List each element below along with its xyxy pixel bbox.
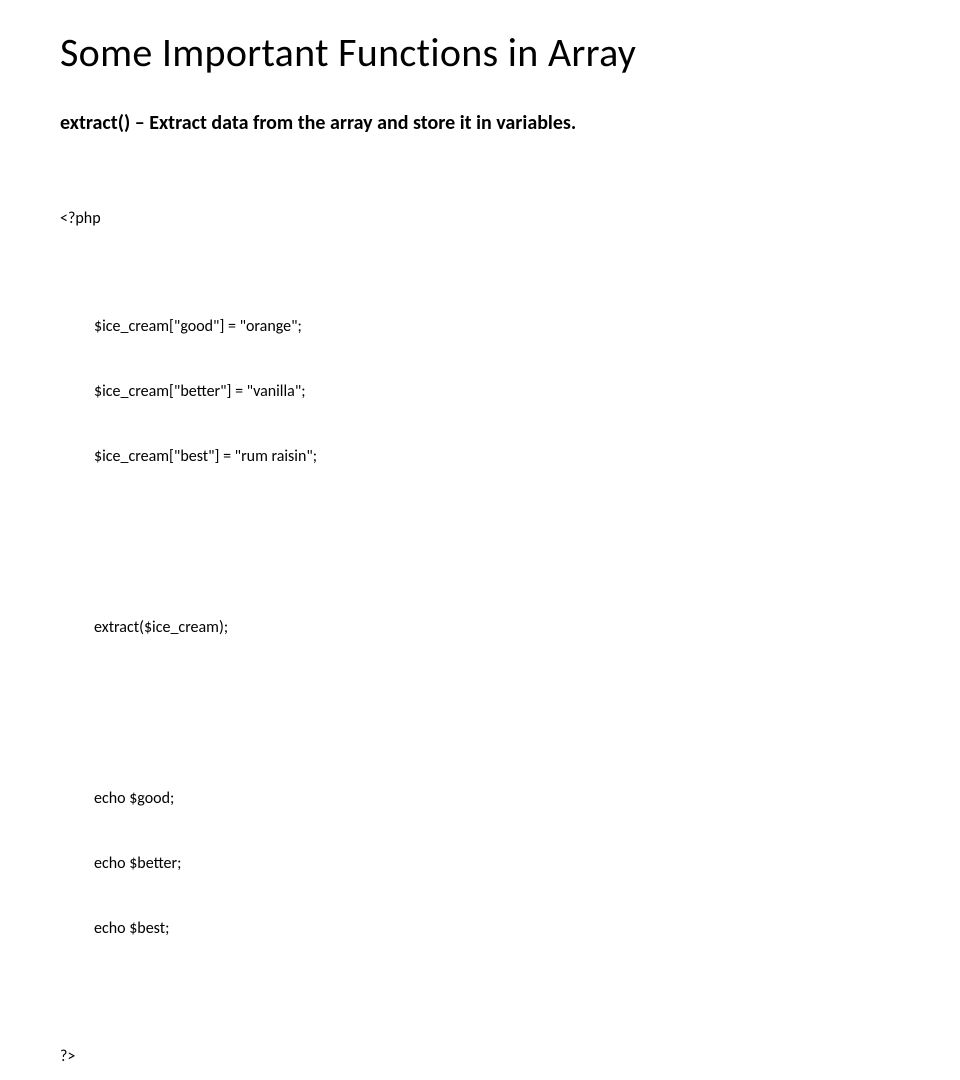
code-line: echo $better; [94, 853, 900, 875]
code-group-assignments: $ice_cream["good"] = "orange"; $ice_crea… [60, 273, 900, 511]
page-title: Some Important Functions in Array [60, 28, 900, 77]
slide: Some Important Functions in Array extrac… [0, 0, 960, 540]
code-line-close: ?> [60, 1046, 900, 1068]
code-block: <?php $ice_cream["good"] = "orange"; $ic… [60, 165, 900, 1080]
code-line: extract($ice_cream); [94, 617, 900, 639]
code-line: echo $best; [94, 918, 900, 940]
code-line: $ice_cream["better"] = "vanilla"; [94, 381, 900, 403]
code-line: $ice_cream["good"] = "orange"; [94, 316, 900, 338]
function-description: extract() – Extract data from the array … [60, 111, 900, 135]
code-group-echo: echo $good; echo $better; echo $best; [60, 745, 900, 983]
code-group-extract: extract($ice_cream); [60, 574, 900, 682]
code-line: $ice_cream["best"] = "rum raisin"; [94, 446, 900, 468]
code-line-open: <?php [60, 208, 900, 230]
code-line: echo $good; [94, 788, 900, 810]
